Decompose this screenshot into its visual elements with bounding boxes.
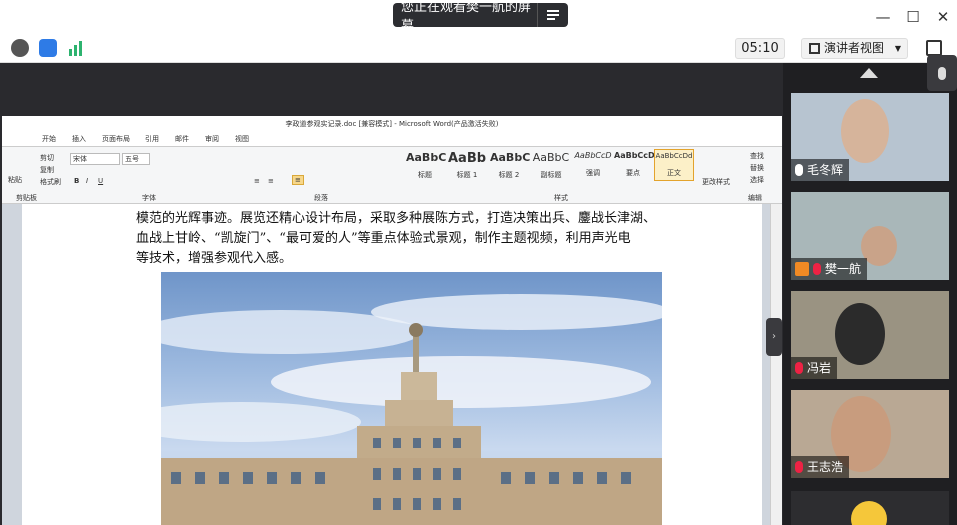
- participant-tile[interactable]: 冯岩: [791, 291, 949, 379]
- info-icon[interactable]: [11, 39, 29, 57]
- bold-button[interactable]: B: [74, 177, 79, 185]
- tab-home[interactable]: 开始: [42, 134, 56, 144]
- style-item[interactable]: AaBbCcD 强调: [574, 151, 612, 178]
- chevron-down-icon: ▼: [894, 44, 901, 53]
- mic-icon[interactable]: [927, 55, 957, 91]
- style-item[interactable]: AaBb 标题 1: [448, 151, 486, 180]
- maximize-icon[interactable]: ☐: [904, 8, 922, 26]
- participant-tile[interactable]: 毛冬辉: [791, 93, 949, 181]
- mic-icon: [795, 461, 803, 473]
- word-title: 李政道参观实记录.doc [兼容模式] - Microsoft Word(产品激…: [2, 116, 782, 132]
- participant-name: 王志浩: [807, 460, 844, 474]
- justify-button[interactable]: ≡: [292, 175, 304, 185]
- meeting-timer: 05:10: [735, 38, 785, 59]
- tab-mailings[interactable]: 邮件: [175, 134, 189, 144]
- select-button[interactable]: 选择: [750, 175, 764, 185]
- scroll-up-icon[interactable]: [860, 68, 878, 78]
- participant-nameplate: 王志浩: [791, 456, 850, 478]
- share-banner-text: 您正在观看樊一航的屏幕: [401, 0, 532, 34]
- tab-view[interactable]: 视图: [235, 134, 249, 144]
- style-item[interactable]: AaBbCcDd 正文: [654, 149, 694, 181]
- find-button[interactable]: 查找: [750, 151, 764, 161]
- group-label-editing: 编辑: [748, 194, 762, 202]
- participant-tile[interactable]: [791, 491, 949, 525]
- replace-button[interactable]: 替换: [750, 163, 764, 173]
- close-icon[interactable]: ✕: [934, 8, 952, 26]
- style-item[interactable]: AaBbC 副标题: [532, 151, 570, 180]
- paragraph-line: 等技术，增强参观代入感。: [136, 251, 293, 266]
- participant-tile[interactable]: 樊一航: [791, 192, 949, 280]
- style-item[interactable]: AaBbC 标题: [406, 151, 446, 180]
- paragraph-line: 血战上甘岭、“凯旋门”、“最可爱的人”等重点体验式景观，制作主题视频，利用声光电: [136, 231, 631, 246]
- underline-button[interactable]: U: [98, 177, 103, 185]
- avatar: [851, 501, 887, 525]
- signal-icon[interactable]: [67, 39, 85, 57]
- participant-sidebar: 毛冬辉 樊一航 冯岩 王志浩: [783, 55, 957, 525]
- group-label-styles: 样式: [554, 194, 568, 202]
- fullscreen-icon[interactable]: [926, 40, 942, 56]
- participant-nameplate: 冯岩: [791, 357, 838, 379]
- tab-insert[interactable]: 插入: [72, 134, 86, 144]
- font-name-select[interactable]: 宋体: [70, 153, 120, 165]
- presenter-view-label: 演讲者视图: [824, 41, 885, 55]
- mic-icon: [795, 362, 803, 374]
- tab-references[interactable]: 引用: [145, 134, 159, 144]
- italic-button[interactable]: I: [86, 177, 88, 185]
- participant-name: 毛冬辉: [807, 163, 844, 177]
- document-area: 模范的光辉事迹。展览还精心设计布局，采取多种展陈方式，打造决策出兵、鏖战长津湖、…: [2, 204, 770, 525]
- paste-button[interactable]: 粘贴: [8, 175, 22, 185]
- title-bar: 您正在观看樊一航的屏幕 — ☐ ✕: [0, 0, 957, 34]
- museum-photo: [161, 272, 662, 525]
- document-scrollbar[interactable]: [770, 204, 782, 525]
- participant-nameplate: 樊一航: [791, 258, 868, 280]
- presenter-icon: [809, 43, 820, 54]
- participant-nameplate: 毛冬辉: [791, 159, 850, 181]
- participant-video: [835, 303, 885, 365]
- document-paragraph: 模范的光辉事迹。展览还精心设计布局，采取多种展陈方式，打造决策出兵、鏖战长津湖、…: [136, 209, 676, 269]
- presenter-view-button[interactable]: 演讲者视图 ▼: [801, 38, 908, 59]
- word-ribbon-tabs: 开始 插入 页面布局 引用 邮件 审阅 视图: [2, 132, 782, 146]
- style-item[interactable]: AaBbCcD 要点: [614, 151, 655, 178]
- participant-name: 樊一航: [825, 262, 862, 276]
- align-center-button[interactable]: ≡: [268, 177, 274, 185]
- participant-tile[interactable]: 王志浩: [791, 390, 949, 478]
- minimize-icon[interactable]: —: [874, 8, 892, 26]
- format-painter-button[interactable]: 格式刷: [40, 177, 61, 187]
- collapse-panel-button[interactable]: ›: [766, 318, 782, 356]
- change-styles-button[interactable]: 更改样式: [702, 177, 730, 187]
- font-size-select[interactable]: 五号: [122, 153, 150, 165]
- menu-icon[interactable]: [537, 3, 567, 27]
- mic-icon: [795, 164, 803, 176]
- cut-button[interactable]: 剪切: [40, 153, 54, 163]
- screen-share-banner: 您正在观看樊一航的屏幕: [393, 0, 568, 34]
- tab-review[interactable]: 审阅: [205, 134, 219, 144]
- align-left-button[interactable]: ≡: [254, 177, 260, 185]
- participant-video: [841, 99, 889, 163]
- tab-layout[interactable]: 页面布局: [102, 134, 130, 144]
- group-label-clipboard: 剪贴板: [16, 194, 37, 202]
- style-item[interactable]: AaBbC 标题 2: [490, 151, 530, 180]
- group-label-font: 字体: [142, 194, 156, 202]
- group-label-paragraph: 段落: [314, 194, 328, 202]
- mic-icon: [813, 263, 821, 275]
- paragraph-line: 模范的光辉事迹。展览还精心设计布局，采取多种展陈方式，打造决策出兵、鏖战长津湖、: [136, 211, 657, 226]
- styles-gallery: AaBbC 标题 AaBb 标题 1 AaBbC 标题 2 AaBbC 副标题 …: [406, 149, 696, 189]
- shield-icon[interactable]: [39, 39, 57, 57]
- word-ribbon: 粘贴 剪切 复制 格式刷 宋体 五号 B I U ≡ ≡ ≡ AaBbC 标题 …: [2, 146, 782, 204]
- document-page[interactable]: 模范的光辉事迹。展览还精心设计布局，采取多种展陈方式，打造决策出兵、鏖战长津湖、…: [22, 204, 762, 525]
- word-window: 李政道参观实记录.doc [兼容模式] - Microsoft Word(产品激…: [2, 116, 782, 525]
- participant-name: 冯岩: [807, 361, 832, 375]
- copy-button[interactable]: 复制: [40, 165, 54, 175]
- avatar: [795, 262, 809, 276]
